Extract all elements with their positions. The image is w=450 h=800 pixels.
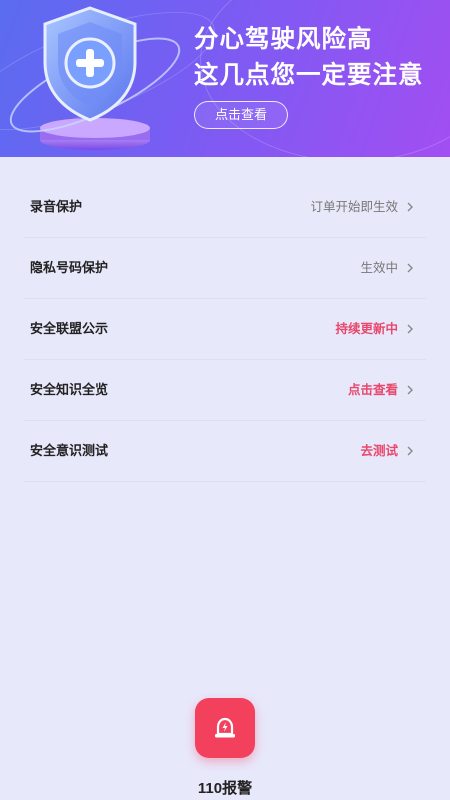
list-item-status: 持续更新中: [335, 322, 398, 336]
chevron-right-icon: [407, 263, 413, 273]
list-item-label: 隐私号码保护: [30, 260, 109, 275]
banner-subheadline: 这几点您一定要注意: [194, 62, 424, 89]
safety-features-list: 录音保护 订单开始即生效 隐私号码保护 生效中 安全联盟公示 持续更新中 安全知…: [0, 157, 450, 482]
list-item-label: 安全知识全览: [30, 382, 109, 397]
list-item-status: 生效中: [360, 261, 398, 275]
list-item-status: 订单开始即生效: [310, 200, 398, 214]
emergency-call-button[interactable]: [195, 698, 255, 758]
banner-view-button[interactable]: 点击查看: [194, 101, 288, 129]
emergency-call-label: 110报警: [197, 780, 253, 797]
banner-headline: 分心驾驶风险高: [194, 26, 373, 53]
chevron-right-icon: [407, 446, 413, 456]
list-item-safety-alliance[interactable]: 安全联盟公示 持续更新中: [24, 299, 426, 360]
list-item-status: 点击查看: [347, 383, 398, 397]
list-item-privacy-number[interactable]: 隐私号码保护 生效中: [24, 238, 426, 299]
shield-plus-icon: [9, 6, 181, 150]
list-item-label: 安全联盟公示: [30, 321, 109, 336]
list-item-recording-protection[interactable]: 录音保护 订单开始即生效: [24, 157, 426, 238]
chevron-right-icon: [407, 324, 413, 334]
chevron-right-icon: [407, 385, 413, 395]
safety-banner[interactable]: 分心驾驶风险高 这几点您一定要注意 点击查看: [0, 0, 450, 157]
alarm-light-icon: [215, 717, 235, 738]
list-item-safety-test[interactable]: 安全意识测试 去测试: [24, 421, 426, 482]
list-item-label: 安全意识测试: [30, 443, 109, 458]
chevron-right-icon: [407, 202, 413, 212]
list-item-safety-knowledge[interactable]: 安全知识全览 点击查看: [24, 360, 426, 421]
list-item-status: 去测试: [360, 444, 398, 458]
list-item-label: 录音保护: [30, 199, 83, 214]
